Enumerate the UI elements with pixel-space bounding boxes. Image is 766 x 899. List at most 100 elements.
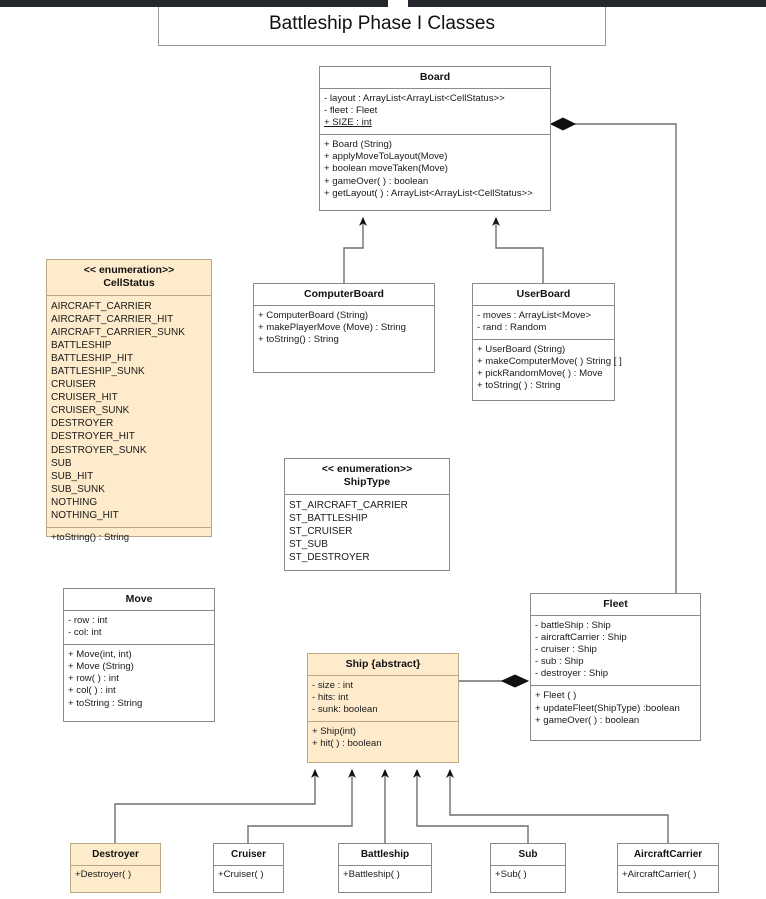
- window-top-bar-notch: [388, 0, 408, 7]
- method: + row( ) : int: [68, 673, 119, 685]
- class-userboard-name: UserBoard: [516, 288, 571, 300]
- attribute: - sunk: boolean: [312, 704, 378, 716]
- method: + Ship(int): [312, 726, 356, 738]
- attribute: - row : int: [68, 615, 108, 626]
- edge-cruiser-ship: [247, 769, 356, 843]
- attribute: - sub : Ship: [535, 656, 584, 668]
- attribute: - size : int: [312, 680, 354, 691]
- method: + Board (String): [324, 139, 392, 151]
- class-fleet-methods: + Fleet ( ) + updateFleet(ShipType) :boo…: [531, 686, 700, 731]
- method: + toString : String: [68, 697, 143, 709]
- edge-sub-ship: [413, 769, 529, 843]
- enum-shiptype[interactable]: << enumeration>> ShipType ST_AIRCRAFT_CAR…: [284, 458, 450, 571]
- class-board-name: Board: [419, 71, 451, 83]
- method: + applyMoveToLayout(Move): [324, 151, 448, 163]
- enum-shiptype-literals: ST_AIRCRAFT_CARRIER ST_BATTLESHIP ST_CRU…: [285, 495, 449, 569]
- class-computerboard-methods: + ComputerBoard (String) + makePlayerMov…: [254, 306, 434, 351]
- method: + boolean moveTaken(Move): [324, 163, 448, 175]
- enum-literal: CRUISER_SUNK: [51, 405, 130, 417]
- method: + Fleet ( ): [535, 690, 577, 702]
- class-fleet[interactable]: Fleet - battleShip : Ship - aircraftCarr…: [530, 593, 701, 741]
- class-sub-name: Sub: [518, 849, 538, 860]
- enum-literal: CRUISER_HIT: [51, 392, 118, 404]
- class-cruiser-methods: +Cruiser( ): [214, 866, 283, 884]
- class-userboard[interactable]: UserBoard - moves : ArrayList<Move> - ra…: [472, 283, 622, 401]
- enum-literal: AIRCRAFT_CARRIER: [51, 301, 152, 312]
- class-aircraftcarrier[interactable]: AircraftCarrier +AircraftCarrier( ): [617, 843, 719, 893]
- class-ship-name: Ship {abstract}: [345, 658, 421, 670]
- class-computerboard[interactable]: ComputerBoard + ComputerBoard (String) +…: [253, 283, 435, 373]
- class-board[interactable]: Board - layout : ArrayList<ArrayList<Cel…: [319, 66, 551, 211]
- enum-literal: NOTHING: [51, 496, 98, 508]
- enum-literal: ST_CRUISER: [289, 526, 353, 538]
- enum-cellstatus-literals: AIRCRAFT_CARRIER AIRCRAFT_CARRIER_HIT AI…: [47, 296, 211, 527]
- enum-literal: BATTLESHIP_HIT: [51, 353, 134, 365]
- enum-literal: ST_SUB: [289, 539, 328, 551]
- method: + gameOver( ) : boolean: [535, 714, 640, 726]
- method: + col( ) : int: [68, 685, 116, 697]
- attribute: - fleet : Fleet: [324, 105, 378, 117]
- class-battleship-methods: +Battleship( ): [339, 866, 431, 884]
- class-move[interactable]: Move - row : int - col: int + Move(int, …: [63, 588, 215, 722]
- class-board-methods: + Board (String) + applyMoveToLayout(Mov…: [320, 135, 550, 204]
- window-top-bar: [0, 0, 766, 7]
- enum-literal: DESTROYER_HIT: [51, 431, 135, 443]
- attribute-static: + SIZE : int: [324, 117, 372, 129]
- class-sub-methods: +Sub( ): [491, 866, 565, 884]
- attribute: - battleShip : Ship: [535, 620, 611, 631]
- class-userboard-methods: + UserBoard (String) + makeComputerMove(…: [473, 340, 622, 397]
- class-move-methods: + Move(int, int) + Move (String) + row( …: [64, 645, 214, 714]
- class-cruiser[interactable]: Cruiser +Cruiser( ): [213, 843, 284, 893]
- page-title: Battleship Phase I Classes: [268, 13, 495, 34]
- class-cruiser-name: Cruiser: [230, 849, 266, 860]
- class-destroyer[interactable]: Destroyer +Destroyer( ): [70, 843, 161, 893]
- class-fleet-name: Fleet: [603, 598, 628, 610]
- enum-literal: SUB_SUNK: [51, 483, 105, 495]
- method: +Cruiser( ): [218, 869, 264, 880]
- diagram-title-box: Battleship Phase I Classes: [158, 2, 606, 46]
- edge-destroyer-ship: [114, 769, 319, 843]
- attribute: - moves : ArrayList<Move>: [477, 310, 592, 321]
- enum-literal: SUB_HIT: [51, 470, 94, 482]
- method: + makePlayerMove (Move) : String: [258, 322, 406, 334]
- method: + hit( ) : boolean: [312, 738, 382, 750]
- enum-cellstatus-name: CellStatus: [103, 277, 155, 289]
- class-move-name: Move: [125, 593, 153, 605]
- diagram-canvas: Battleship Phase I Classes Board - layou…: [0, 0, 766, 899]
- method: +Sub( ): [495, 869, 527, 880]
- enum-shiptype-name: ShipType: [343, 476, 391, 488]
- attribute: - destroyer : Ship: [535, 668, 609, 680]
- enum-shiptype-stereotype: << enumeration>>: [321, 463, 413, 475]
- composition-diamond-fleet: [500, 674, 530, 688]
- class-fleet-attributes: - battleShip : Ship - aircraftCarrier : …: [531, 616, 700, 685]
- method: + pickRandomMove( ) : Move: [477, 368, 603, 380]
- method: + Move (String): [68, 661, 134, 673]
- method: + toString( ) : String: [477, 380, 561, 392]
- class-destroyer-methods: +Destroyer( ): [71, 866, 160, 884]
- enum-cellstatus-header: << enumeration>> CellStatus: [47, 260, 211, 295]
- class-destroyer-name: Destroyer: [92, 849, 139, 860]
- method: + gameOver( ) : boolean: [324, 175, 429, 187]
- enum-literal: DESTROYER: [51, 418, 114, 430]
- enum-cellstatus[interactable]: << enumeration>> CellStatus AIRCRAFT_CARR…: [46, 259, 212, 543]
- attribute: - col: int: [68, 627, 102, 639]
- class-move-attributes: - row : int - col: int: [64, 611, 214, 644]
- class-sub[interactable]: Sub +Sub( ): [490, 843, 566, 893]
- method: + makeComputerMove( ) String [ ]: [477, 356, 622, 368]
- enum-cellstatus-methods: +toString() : String: [47, 528, 211, 549]
- composition-diamond-board: [549, 117, 577, 131]
- enum-literal: ST_DESTROYER: [289, 552, 370, 564]
- class-ship[interactable]: Ship {abstract} - size : int - hits: int…: [307, 653, 459, 763]
- enum-literal: CRUISER: [51, 379, 97, 391]
- method: +Destroyer( ): [75, 869, 132, 880]
- enum-shiptype-header: << enumeration>> ShipType: [285, 459, 449, 494]
- edge-computerboard-board: [343, 217, 367, 283]
- enum-literal: BATTLESHIP_SUNK: [51, 366, 145, 378]
- enum-literal: ST_BATTLESHIP: [289, 513, 368, 525]
- class-board-attributes: - layout : ArrayList<ArrayList<CellStatu…: [320, 89, 550, 134]
- class-battleship[interactable]: Battleship +Battleship( ): [338, 843, 432, 893]
- class-ship-attributes: - size : int - hits: int - sunk: boolean: [308, 676, 458, 721]
- method: + UserBoard (String): [477, 344, 566, 356]
- enum-literal: NOTHING_HIT: [51, 509, 119, 521]
- method: + updateFleet(ShipType) :boolean: [535, 702, 680, 714]
